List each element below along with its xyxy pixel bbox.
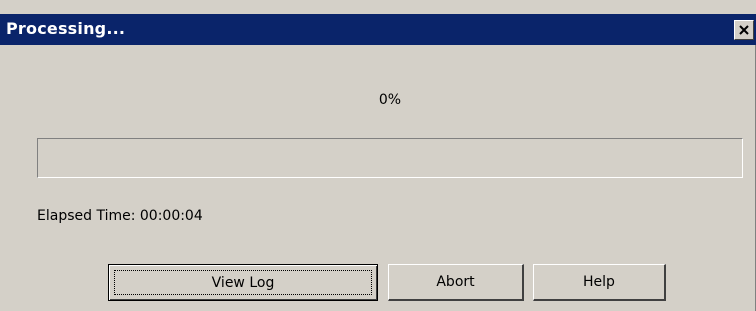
- abort-label: Abort: [436, 274, 475, 290]
- view-log-button[interactable]: View Log: [108, 264, 378, 301]
- progress-percent: 0%: [378, 92, 402, 108]
- close-button[interactable]: [734, 20, 754, 40]
- processing-dialog: Processing... 0% Elapsed Time: 00:00:04 …: [0, 0, 756, 311]
- abort-button[interactable]: Abort: [388, 264, 524, 301]
- elapsed-time: Elapsed Time: 00:00:04: [37, 208, 203, 224]
- view-log-label: View Log: [211, 274, 275, 291]
- help-label: Help: [583, 274, 615, 290]
- close-icon: [739, 25, 749, 35]
- window-title: Processing...: [6, 19, 126, 38]
- help-button[interactable]: Help: [533, 264, 666, 301]
- title-bar[interactable]: Processing...: [0, 14, 756, 45]
- progress-bar: [37, 138, 743, 178]
